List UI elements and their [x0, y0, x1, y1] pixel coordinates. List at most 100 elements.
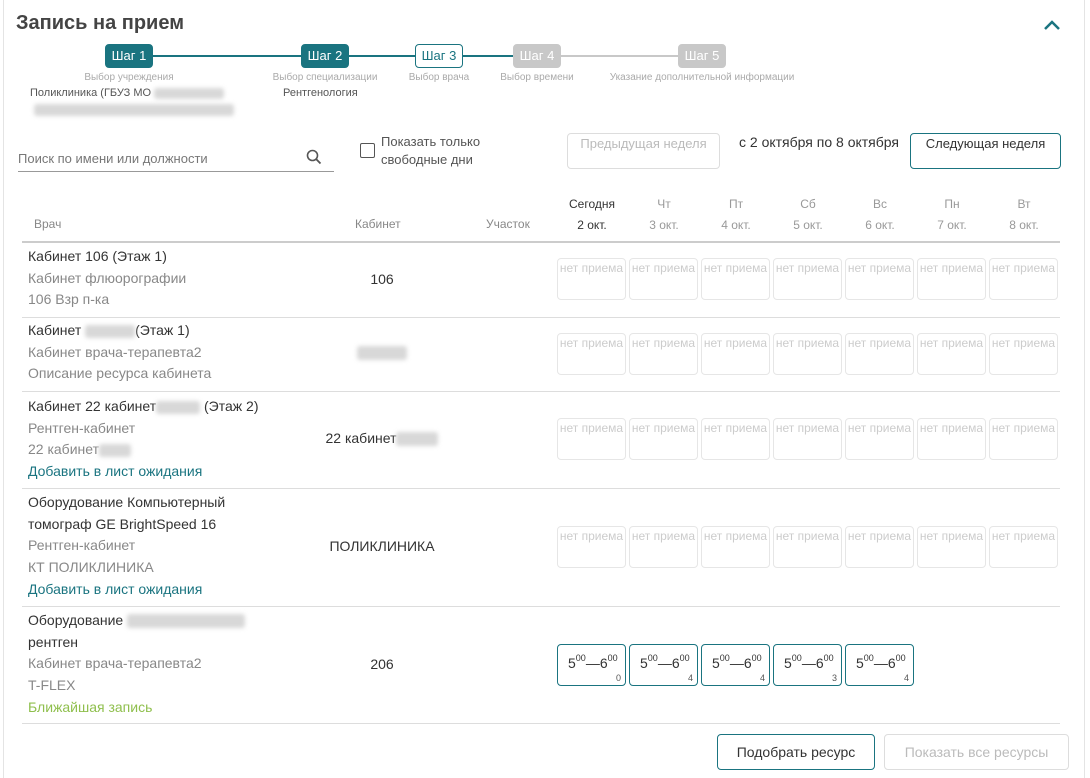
- search-field[interactable]: [18, 145, 334, 172]
- step-4-caption: Выбор времени: [500, 72, 574, 83]
- no-reception-cell: нет приема: [917, 418, 986, 460]
- day-header: Сб 5 окт.: [793, 197, 823, 232]
- next-week-button[interactable]: Следующая неделя: [910, 133, 1061, 169]
- no-reception-cell: нет приема: [557, 526, 626, 568]
- step-5: Шаг 5: [678, 44, 726, 68]
- header-divider: [22, 241, 1060, 243]
- no-reception-cell: нет приема: [989, 258, 1058, 300]
- no-reception-cell: нет приема: [629, 526, 698, 568]
- no-reception-cell: нет приема: [557, 418, 626, 460]
- no-reception-cell: нет приема: [773, 418, 842, 460]
- prev-week-button[interactable]: Предыдущая неделя: [567, 133, 720, 169]
- step-2-value: Рентгенология: [283, 87, 358, 99]
- redacted-text: [127, 614, 246, 629]
- slot-time: 500—600: [712, 653, 762, 671]
- redacted-text: [154, 87, 225, 99]
- slot-count: 4: [759, 673, 765, 683]
- slot-time: 500—600: [856, 653, 906, 671]
- time-slot-button[interactable]: 500—600 0: [557, 644, 626, 686]
- slot-time: 500—600: [640, 653, 690, 671]
- resource-info: Кабинет 22 кабинет (Этаж 2) Рентген-каби…: [28, 396, 258, 483]
- step-connector: [462, 55, 514, 57]
- cabinet-cell: ПОЛИКЛИНИКА: [329, 538, 435, 554]
- no-reception-cell: нет приема: [773, 526, 842, 568]
- slot-count: 4: [903, 673, 909, 683]
- time-slot-button[interactable]: 500—600 3: [773, 644, 842, 686]
- no-reception-cell: нет приема: [629, 258, 698, 300]
- step-3-caption: Выбор врача: [408, 72, 470, 83]
- add-waitlist-link[interactable]: Добавить в лист ожидания: [28, 461, 258, 483]
- no-reception-cell: нет приема: [917, 526, 986, 568]
- cabinet-cell: [302, 344, 462, 361]
- col-doctor: Врач: [34, 217, 62, 231]
- step-2[interactable]: Шаг 2: [301, 44, 349, 68]
- redacted-text: [34, 104, 234, 117]
- no-reception-cell: нет приема: [989, 418, 1058, 460]
- no-reception-cell: нет приема: [557, 258, 626, 300]
- free-days-label[interactable]: Показать только свободные дни: [381, 133, 511, 169]
- step-connector: [349, 55, 415, 57]
- no-reception-cell: нет приема: [629, 333, 698, 375]
- no-reception-cell: нет приема: [701, 333, 770, 375]
- slot-count: 3: [831, 673, 837, 683]
- day-header: Чт 3 окт.: [649, 197, 679, 232]
- step-1-value-cont: [34, 104, 234, 117]
- no-reception-cell: нет приема: [845, 526, 914, 568]
- step-5-caption: Указание дополнительной информации: [609, 72, 795, 83]
- step-4: Шаг 4: [513, 44, 561, 68]
- day-header: Пт 4 окт.: [721, 197, 751, 232]
- redacted-text: [85, 324, 136, 338]
- slot-count: 4: [687, 673, 693, 683]
- no-reception-cell: нет приема: [845, 333, 914, 375]
- col-cabinet: Кабинет: [355, 217, 401, 231]
- redacted-text: [396, 432, 439, 447]
- redacted-text: [156, 400, 201, 414]
- slot-count: 0: [615, 673, 621, 683]
- col-area: Участок: [486, 217, 530, 231]
- search-input[interactable]: [18, 145, 298, 171]
- slot-time: 500—600: [568, 653, 618, 671]
- no-reception-cell: нет приема: [917, 258, 986, 300]
- row-divider: [22, 723, 1060, 724]
- resource-info: Оборудование Компьютерный томограф GE Br…: [28, 492, 225, 601]
- step-1-value: Поликлиника (ГБУЗ МО: [30, 87, 225, 99]
- day-header: Вт 8 окт.: [1009, 197, 1039, 232]
- cabinet-cell: 206: [370, 656, 394, 672]
- no-reception-cell: нет приема: [917, 333, 986, 375]
- nearest-appointment-link[interactable]: Ближайшая запись: [28, 697, 245, 719]
- date-range: с 2 октября по 8 октября: [739, 134, 899, 150]
- day-header: Пн 7 окт.: [937, 197, 967, 232]
- no-reception-cell: нет приема: [773, 258, 842, 300]
- day-header: Вс 6 окт.: [865, 197, 895, 232]
- free-days-checkbox[interactable]: [360, 143, 375, 158]
- resource-info: Кабинет (Этаж 1) Кабинет врача-терапевта…: [28, 322, 212, 382]
- appointment-panel: Запись на прием Шаг 1 Шаг 2 Шаг 3 Шаг 4 …: [3, 0, 1085, 778]
- no-reception-cell: нет приема: [557, 333, 626, 375]
- no-reception-cell: нет приема: [701, 418, 770, 460]
- step-1-caption: Выбор учреждения: [84, 72, 174, 83]
- cabinet-cell: 22 кабинет: [302, 430, 462, 447]
- no-reception-cell: нет приема: [845, 258, 914, 300]
- no-reception-cell: нет приема: [989, 333, 1058, 375]
- show-all-resources-button[interactable]: Показать все ресурсы: [884, 734, 1069, 770]
- no-reception-cell: нет приема: [989, 526, 1058, 568]
- time-slot-button[interactable]: 500—600 4: [845, 644, 914, 686]
- step-connector: [152, 55, 302, 57]
- pick-resource-button[interactable]: Подобрать ресурс: [717, 734, 875, 770]
- no-reception-cell: нет приема: [701, 258, 770, 300]
- no-reception-cell: нет приема: [773, 333, 842, 375]
- add-waitlist-link[interactable]: Добавить в лист ожидания: [28, 579, 225, 601]
- step-3[interactable]: Шаг 3: [415, 44, 463, 68]
- day-header: Сегодня 2 окт.: [569, 197, 615, 232]
- step-1[interactable]: Шаг 1: [105, 44, 153, 68]
- page-title: Запись на прием: [16, 12, 185, 34]
- cabinet-cell: 106: [370, 271, 394, 287]
- search-icon[interactable]: [306, 149, 322, 170]
- time-slot-button[interactable]: 500—600 4: [701, 644, 770, 686]
- resource-info: Оборудование рентген Кабинет врача-терап…: [28, 610, 246, 719]
- step-2-caption: Выбор специализации: [272, 72, 378, 83]
- collapse-chevron-icon[interactable]: [1042, 16, 1062, 36]
- resource-info: Кабинет 106 (Этаж 1) Кабинет флюорографи…: [28, 248, 187, 308]
- time-slot-button[interactable]: 500—600 4: [629, 644, 698, 686]
- redacted-text: [98, 444, 131, 458]
